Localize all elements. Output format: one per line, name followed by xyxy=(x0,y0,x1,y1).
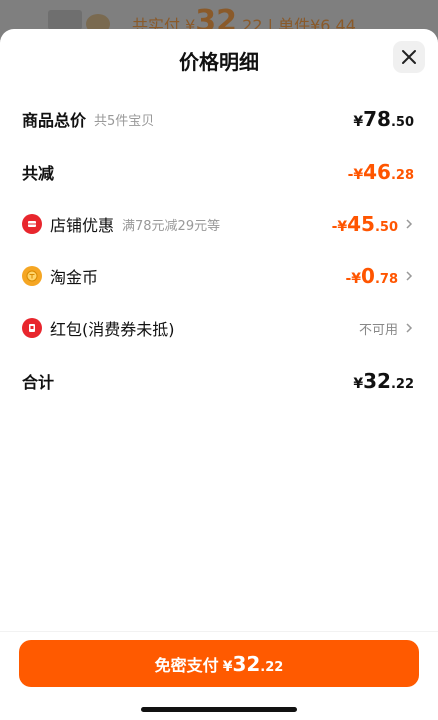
chevron-right-icon xyxy=(406,219,413,229)
pay-button-price: ¥32.22 xyxy=(223,652,284,676)
row-tao-coins[interactable]: 淘金币 -¥ 0.78 xyxy=(0,261,438,291)
row-shop-discount[interactable]: 店铺优惠 满78元减29元等 -¥ 45.50 xyxy=(0,209,438,239)
footer-divider xyxy=(0,631,438,632)
tao-coins-label: 淘金币 xyxy=(50,268,99,287)
sum-price: ¥32.22 xyxy=(353,369,414,393)
price-int: 32 xyxy=(232,651,261,676)
row-red-packet[interactable]: 红包(消费券未抵) 不可用 xyxy=(0,313,438,343)
red-packet-status: 不可用 xyxy=(358,322,398,338)
price-symbol: -¥ xyxy=(331,219,348,235)
total-reduce-label: 共减 xyxy=(22,164,55,183)
price-int: 32 xyxy=(363,369,391,393)
chevron-right-icon xyxy=(406,271,413,281)
pay-button-label: 免密支付 xyxy=(154,655,219,675)
row-total-goods: 商品总价 共5件宝贝 ¥78.50 xyxy=(0,104,438,134)
price-int: 45 xyxy=(347,212,375,236)
product-thumbnail xyxy=(48,10,82,30)
price-dec: .22 xyxy=(390,377,414,392)
price-dec: .22 xyxy=(260,659,284,675)
close-icon xyxy=(402,50,416,64)
price-dec: .50 xyxy=(374,220,398,235)
price-dec: .28 xyxy=(390,168,414,183)
row-sum: 合计 ¥32.22 xyxy=(0,366,438,396)
total-goods-count: 共5件宝贝 xyxy=(94,113,155,129)
price-symbol: ¥ xyxy=(353,114,364,130)
pay-button[interactable]: 免密支付 ¥32.22 xyxy=(19,640,419,687)
price-symbol: ¥ xyxy=(222,658,233,675)
price-symbol: ¥ xyxy=(353,376,364,392)
tao-coins-price: -¥ 0.78 xyxy=(345,264,398,288)
gold-coin-icon xyxy=(22,266,42,286)
price-int: 78 xyxy=(363,107,391,131)
row-total-reduce: 共减 -¥ 46.28 xyxy=(0,157,438,187)
price-int: 0 xyxy=(361,264,375,288)
home-indicator xyxy=(141,707,297,712)
price-dec: .50 xyxy=(390,115,414,130)
price-symbol: -¥ xyxy=(345,271,362,287)
sum-label: 合计 xyxy=(22,373,55,392)
shop-discount-price: -¥ 45.50 xyxy=(332,212,398,236)
price-dec: .78 xyxy=(374,272,398,287)
shop-discount-label: 店铺优惠 xyxy=(50,216,115,235)
total-goods-price: ¥78.50 xyxy=(353,107,414,131)
red-packet-label: 红包(消费券未抵) xyxy=(50,320,175,339)
total-goods-label: 商品总价 xyxy=(22,111,87,130)
red-packet-icon xyxy=(22,318,42,338)
price-int: 46 xyxy=(363,160,391,184)
price-symbol: -¥ xyxy=(347,167,364,183)
page-title: 价格明细 xyxy=(179,50,259,74)
close-button[interactable] xyxy=(393,41,425,73)
store-coupon-icon xyxy=(22,214,42,234)
shop-discount-desc: 满78元减29元等 xyxy=(122,218,221,234)
chevron-right-icon xyxy=(406,323,413,333)
total-reduce-price: -¥ 46.28 xyxy=(348,160,414,184)
